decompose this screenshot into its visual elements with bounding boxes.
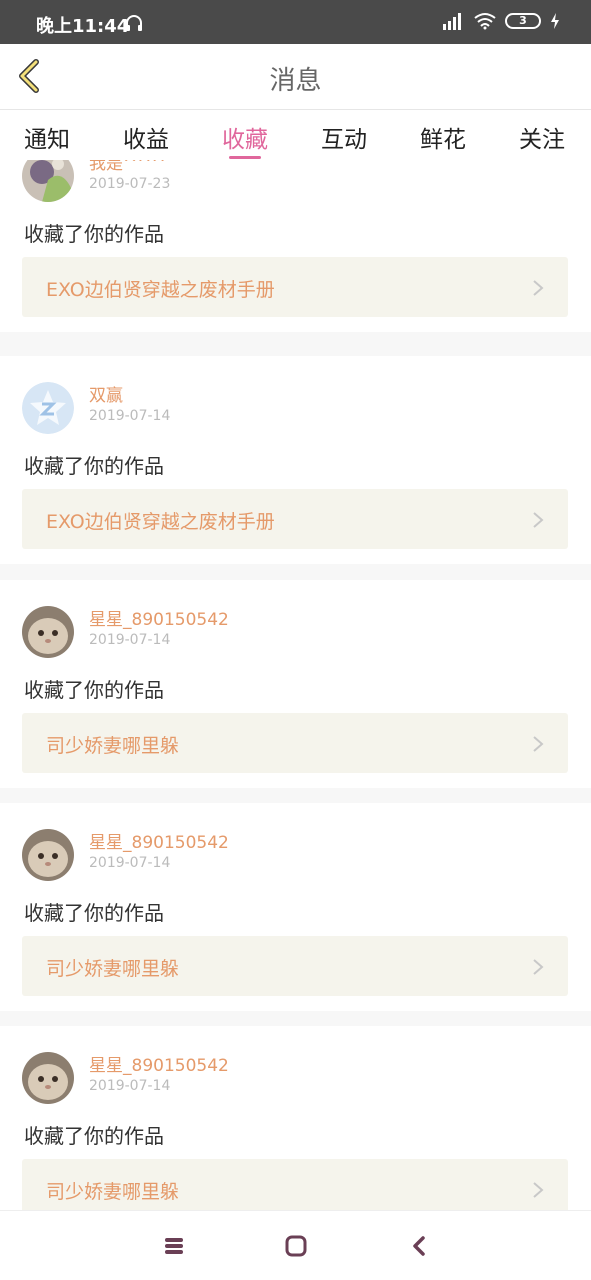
avatar[interactable] <box>22 382 74 434</box>
work-link[interactable]: 司少娇妻哪里躲 <box>22 713 568 773</box>
list-item: 星星_890150542 2019-07-14 收藏了你的作品 司少娇妻哪里躲 <box>0 1026 591 1210</box>
signal-icon <box>443 13 461 30</box>
headphone-icon <box>126 15 142 31</box>
chevron-right-icon <box>533 280 544 296</box>
chevron-right-icon <box>533 512 544 528</box>
active-tab-indicator <box>229 156 261 159</box>
status-bar: 晚上11:44 3 <box>0 0 591 44</box>
system-nav-bar <box>0 1210 591 1280</box>
tab-favorites[interactable]: 收藏 <box>222 120 268 154</box>
chevron-right-icon <box>533 959 544 975</box>
chevron-right-icon <box>533 736 544 752</box>
menu-icon[interactable] <box>161 1233 187 1259</box>
work-link[interactable]: EXO边伯贤穿越之废材手册 <box>22 257 568 317</box>
wifi-icon <box>474 13 496 30</box>
cat-avatar-icon <box>22 606 74 658</box>
cat-avatar-icon <box>22 829 74 881</box>
username[interactable]: 星星_890150542 <box>89 828 229 853</box>
date: 2019-07-14 <box>89 1078 171 1094</box>
status-icons: 3 <box>441 12 561 30</box>
avatar[interactable] <box>22 160 74 202</box>
back-icon[interactable] <box>407 1233 433 1259</box>
tab-bar: 通知 收益 收藏 互动 鲜花 关注 <box>0 110 591 160</box>
username[interactable]: 我是^^^ <box>89 160 166 174</box>
date: 2019-07-23 <box>89 176 171 192</box>
work-title: 司少娇妻哪里躲 <box>46 1181 180 1203</box>
username[interactable]: 星星_890150542 <box>89 1051 229 1076</box>
list-item: 星星_890150542 2019-07-14 收藏了你的作品 司少娇妻哪里躲 <box>0 580 591 788</box>
avatar-photo-icon <box>22 160 74 202</box>
avatar[interactable] <box>22 1052 74 1104</box>
chevron-right-icon <box>533 1182 544 1198</box>
work-link[interactable]: 司少娇妻哪里躲 <box>22 936 568 996</box>
cat-avatar-icon <box>22 1052 74 1104</box>
favorites-list: 我是^^^ 2019-07-23 收藏了你的作品 EXO边伯贤穿越之废材手册 双… <box>0 160 591 1210</box>
list-item: 双赢 2019-07-14 收藏了你的作品 EXO边伯贤穿越之废材手册 <box>0 356 591 564</box>
home-icon[interactable] <box>283 1233 309 1259</box>
date: 2019-07-14 <box>89 408 171 424</box>
tab-follow[interactable]: 关注 <box>519 120 565 154</box>
action-text: 收藏了你的作品 <box>24 454 164 478</box>
list-item: 我是^^^ 2019-07-23 收藏了你的作品 EXO边伯贤穿越之废材手册 <box>0 160 591 332</box>
tab-earnings[interactable]: 收益 <box>123 120 169 154</box>
tab-flowers[interactable]: 鲜花 <box>420 120 466 154</box>
action-text: 收藏了你的作品 <box>24 1124 164 1148</box>
work-title: 司少娇妻哪里躲 <box>46 735 180 757</box>
date: 2019-07-14 <box>89 632 171 648</box>
app-header: 消息 <box>0 44 591 110</box>
list-item: 星星_890150542 2019-07-14 收藏了你的作品 司少娇妻哪里躲 <box>0 803 591 1011</box>
default-avatar-icon <box>22 382 74 434</box>
action-text: 收藏了你的作品 <box>24 901 164 925</box>
charging-icon <box>551 13 559 29</box>
work-title: EXO边伯贤穿越之废材手册 <box>46 279 275 301</box>
date: 2019-07-14 <box>89 855 171 871</box>
avatar[interactable] <box>22 606 74 658</box>
work-link[interactable]: 司少娇妻哪里躲 <box>22 1159 568 1210</box>
status-time: 晚上11:44 <box>36 16 130 37</box>
page-title: 消息 <box>269 66 322 96</box>
username[interactable]: 星星_890150542 <box>89 605 229 630</box>
tab-interaction[interactable]: 互动 <box>321 120 367 154</box>
work-title: 司少娇妻哪里躲 <box>46 958 180 980</box>
action-text: 收藏了你的作品 <box>24 678 164 702</box>
tab-notification[interactable]: 通知 <box>24 120 70 154</box>
work-link[interactable]: EXO边伯贤穿越之废材手册 <box>22 489 568 549</box>
battery-indicator: 3 <box>505 13 541 29</box>
work-title: EXO边伯贤穿越之废材手册 <box>46 511 275 533</box>
action-text: 收藏了你的作品 <box>24 222 164 246</box>
username[interactable]: 双赢 <box>89 381 123 406</box>
avatar[interactable] <box>22 829 74 881</box>
